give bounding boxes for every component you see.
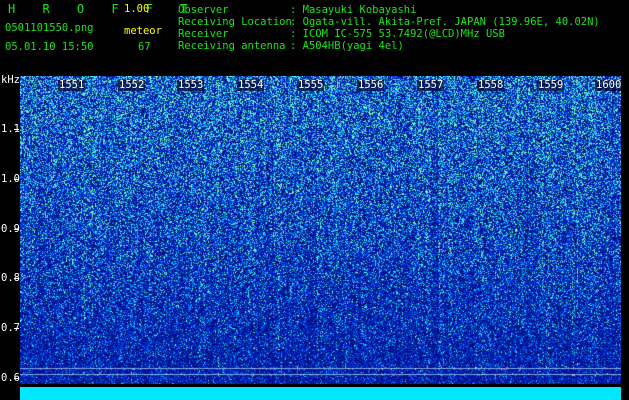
y-tick — [14, 129, 19, 130]
location-label: Receiving Location — [178, 16, 292, 28]
time-label-1555: 1555 — [297, 79, 325, 91]
header-panel: H R O F F T 1.00 0501101550.png meteor 0… — [0, 0, 629, 76]
y-tick — [14, 278, 19, 279]
time-label-1551: 1551 — [58, 79, 86, 91]
signal-level-bar — [20, 387, 621, 400]
file-name: 0501101550.png — [5, 22, 94, 34]
y-tick — [14, 179, 19, 180]
location-value: : Ogata-vill. Akita-Pref. JAPAN (139.96E… — [290, 16, 600, 28]
receiver-label: Receiver — [178, 28, 229, 40]
y-tick — [14, 328, 19, 329]
time-label-1553: 1553 — [177, 79, 205, 91]
observer-value: : Masayuki Kobayashi — [290, 4, 417, 16]
antenna-value: : A504HB(yagi 4el) — [290, 40, 404, 52]
y-tick — [14, 378, 19, 379]
time-label-1556: 1556 — [357, 79, 385, 91]
y-tick — [14, 229, 19, 230]
observer-label: Observer — [178, 4, 229, 16]
time-label-1600: 1600 — [595, 79, 623, 91]
receiver-value: : ICOM IC-575 53.7492(@LCD)MHz USB — [290, 28, 505, 40]
antenna-label: Receiving antenna — [178, 40, 286, 52]
time-label-1552: 1552 — [118, 79, 146, 91]
time-label-1559: 1559 — [537, 79, 565, 91]
axis-unit: kHz — [1, 74, 20, 86]
app-logo: H R O F F T — [8, 2, 198, 16]
time-label-1558: 1558 — [477, 79, 505, 91]
time-label-1557: 1557 — [417, 79, 445, 91]
meteor-count: 67 — [138, 41, 151, 53]
spectrogram — [20, 76, 621, 384]
time-label-1554: 1554 — [237, 79, 265, 91]
date-time: 05.01.10 15:50 — [5, 41, 94, 53]
mode-label: meteor — [124, 25, 162, 37]
app-version: 1.00 — [124, 3, 150, 15]
